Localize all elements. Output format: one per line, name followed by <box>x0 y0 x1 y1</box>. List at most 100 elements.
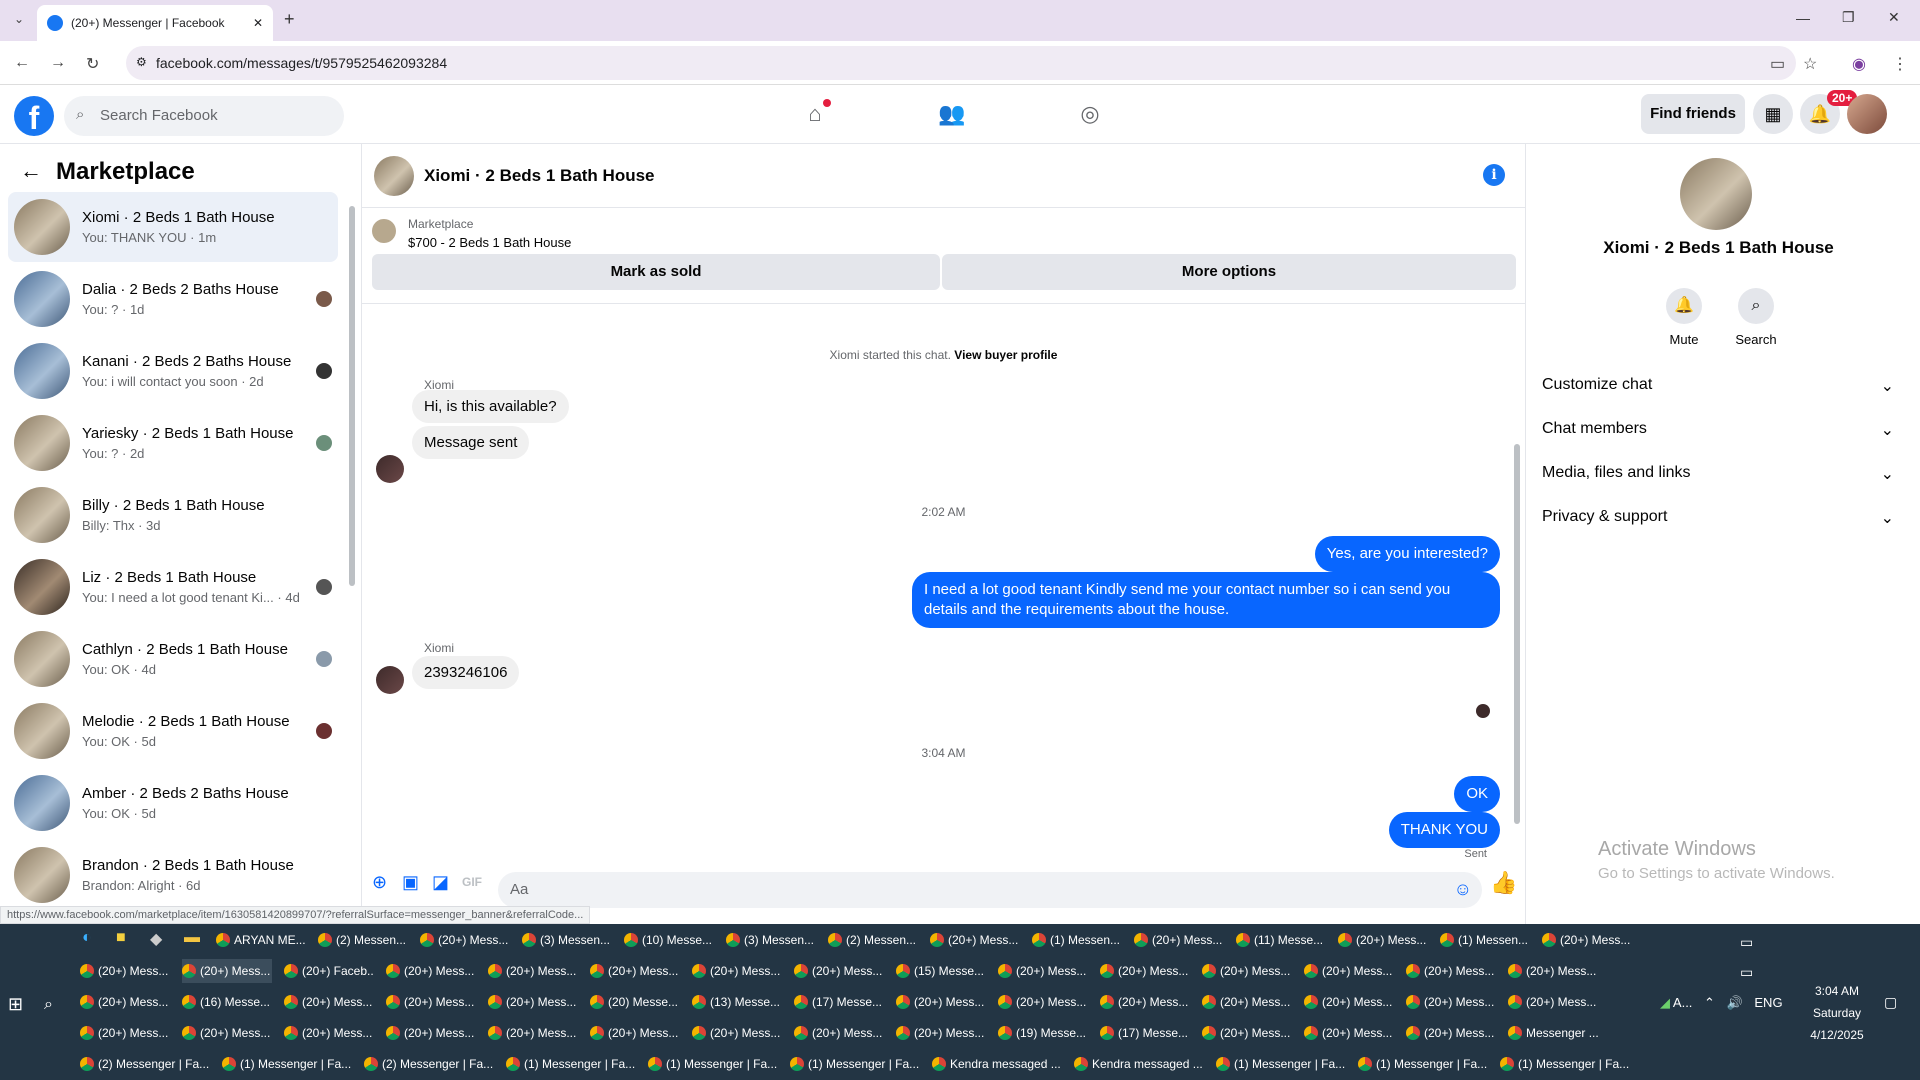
sticker-icon[interactable]: ◪ <box>432 872 449 893</box>
new-tab-button[interactable]: + <box>284 9 295 30</box>
language-indicator[interactable]: ENG <box>1754 995 1782 1010</box>
gif-icon[interactable]: GIF <box>462 875 482 889</box>
customize-chat-section[interactable]: Customize chat ⌄ <box>1542 376 1894 396</box>
taskbar-item[interactable]: (20+) Mess... <box>386 990 476 1014</box>
taskbar-item[interactable]: (3) Messen... <box>522 928 612 952</box>
taskbar-item[interactable]: (1) Messenger | Fa... <box>506 1052 636 1076</box>
plus-icon[interactable]: ⊕ <box>372 872 387 893</box>
listing-title[interactable]: $700 - 2 Beds 1 Bath House <box>408 235 571 250</box>
taskbar-item[interactable]: (20+) Mess... <box>1406 1021 1496 1045</box>
taskbar-item[interactable]: (20+) Mess... <box>1202 1021 1292 1045</box>
taskbar-item[interactable]: (16) Messe... <box>182 990 272 1014</box>
outgoing-message[interactable]: THANK YOU <box>1388 812 1500 848</box>
desktop-icon[interactable]: ▭ <box>1740 964 1753 981</box>
taskbar-item[interactable]: (2) Messenger | Fa... <box>364 1052 494 1076</box>
back-icon[interactable]: ← <box>14 54 30 72</box>
edge-icon[interactable]: ◐ <box>82 929 92 947</box>
incoming-message[interactable]: Message sent <box>412 426 530 459</box>
message-input[interactable]: Aa ☺ <box>498 872 1482 908</box>
taskbar-item[interactable]: (1) Messenger | Fa... <box>222 1052 352 1076</box>
incoming-message[interactable]: 2393246106 <box>412 656 520 689</box>
chat-scrollbar-thumb[interactable] <box>1514 444 1520 824</box>
groups-icon[interactable]: ◎ <box>1075 101 1105 131</box>
taskbar-item[interactable]: (11) Messe... <box>1236 928 1326 952</box>
taskbar-item[interactable]: (20+) Mess... <box>488 1021 578 1045</box>
taskbar-item[interactable]: (20+) Mess... <box>1202 959 1292 983</box>
file-explorer-icon[interactable]: ▬ <box>184 929 200 947</box>
menu-grid-icon[interactable]: ▦ <box>1753 94 1793 134</box>
taskbar-item[interactable]: (20+) Mess... <box>488 959 578 983</box>
install-icon[interactable]: ▭ <box>1770 54 1785 74</box>
close-window-button[interactable]: ✕ <box>1888 9 1900 26</box>
volume-icon[interactable]: 🔊 <box>1727 995 1743 1010</box>
conversation-item[interactable]: Liz · 2 Beds 1 Bath House You: I need a l… <box>8 552 338 622</box>
contact-avatar[interactable] <box>1680 158 1752 230</box>
conversation-item[interactable]: Amber · 2 Beds 2 Baths House You: OK · 5d <box>8 768 338 838</box>
friends-icon[interactable]: 👥 <box>937 101 967 131</box>
taskbar-item[interactable]: (1) Messen... <box>1032 928 1122 952</box>
taskbar-item[interactable]: (20+) Mess... <box>1304 1021 1394 1045</box>
notification-center-icon[interactable]: ▢ <box>1884 994 1897 1011</box>
active-tab[interactable]: (20+) Messenger | Facebook ✕ <box>37 5 273 41</box>
taskbar-item[interactable]: (20+) Mess... <box>386 1021 476 1045</box>
taskbar-item[interactable]: (20+) Mess... <box>284 1021 374 1045</box>
mark-as-sold-button[interactable]: Mark as sold <box>372 254 940 290</box>
taskbar-item[interactable]: (20+) Mess... <box>182 1021 272 1045</box>
taskbar-item[interactable]: (20+) Mess... <box>998 959 1088 983</box>
photo-icon[interactable]: ▣ <box>402 872 419 893</box>
bookmark-star-icon[interactable]: ☆ <box>1803 54 1817 74</box>
taskbar-item[interactable]: (20+) Mess... <box>1508 990 1598 1014</box>
minimize-button[interactable]: — <box>1796 10 1810 26</box>
taskbar-item[interactable]: Kendra messaged ... <box>932 1052 1062 1076</box>
facebook-logo[interactable]: f <box>14 96 54 136</box>
taskbar-item[interactable]: (20+) Mess... <box>1406 959 1496 983</box>
taskbar-item[interactable]: (1) Messenger | Fa... <box>1216 1052 1346 1076</box>
privacy-support-section[interactable]: Privacy & support ⌄ <box>1542 508 1894 528</box>
taskbar-item[interactable]: (20+) Mess... <box>1100 990 1190 1014</box>
taskbar-item[interactable]: (20+) Mess... <box>1338 928 1428 952</box>
taskbar-item[interactable]: (20+) Mess... <box>930 928 1020 952</box>
outgoing-message[interactable]: I need a lot good tenant Kindly send me … <box>912 572 1500 628</box>
taskbar-item[interactable]: (13) Messe... <box>692 990 782 1014</box>
emoji-icon[interactable]: ☺ <box>1454 879 1472 900</box>
reload-icon[interactable]: ↻ <box>86 54 99 74</box>
taskbar-item[interactable]: (3) Messen... <box>726 928 816 952</box>
mute-button[interactable]: 🔔 Mute <box>1652 288 1716 347</box>
search-facebook-input[interactable]: ⌕ Search Facebook <box>64 96 344 136</box>
view-buyer-profile-link[interactable]: View buyer profile <box>954 348 1057 362</box>
taskbar-item[interactable]: (20+) Mess... <box>80 1021 170 1045</box>
taskbar-item[interactable]: (20+) Mess... <box>1542 928 1632 952</box>
taskbar-item[interactable]: (20+) Mess... <box>794 959 884 983</box>
conversation-item[interactable]: Kanani · 2 Beds 2 Baths House You: i will… <box>8 336 338 406</box>
taskbar-item[interactable]: (20+) Mess... <box>998 990 1088 1014</box>
taskbar-item[interactable]: (1) Messenger | Fa... <box>648 1052 778 1076</box>
chat-members-section[interactable]: Chat members ⌄ <box>1542 420 1894 440</box>
taskbar-item[interactable]: (20+) Mess... <box>1100 959 1190 983</box>
chevron-up-icon[interactable]: ⌃ <box>1704 995 1715 1010</box>
conversation-item[interactable]: Cathlyn · 2 Beds 1 Bath House You: OK · 4… <box>8 624 338 694</box>
url-field[interactable]: ⚙ facebook.com/messages/t/95795254620932… <box>126 46 1796 80</box>
find-friends-button[interactable]: Find friends <box>1641 94 1745 134</box>
chat-title[interactable]: Xiomi · 2 Beds 1 Bath House <box>424 166 655 186</box>
profile-icon[interactable]: ◉ <box>1852 54 1866 74</box>
outgoing-message[interactable]: Yes, are you interested? <box>1314 536 1500 572</box>
sender-avatar[interactable] <box>376 666 404 694</box>
taskbar-item[interactable]: (20+) Mess... <box>488 990 578 1014</box>
taskbar-item[interactable]: Messenger ... <box>1508 1021 1598 1045</box>
taskbar-item[interactable]: (20+) Mess... <box>182 959 272 983</box>
back-arrow-icon[interactable]: ← <box>20 158 42 184</box>
taskbar-item[interactable]: (2) Messen... <box>318 928 408 952</box>
conversation-item[interactable]: Melodie · 2 Beds 1 Bath House You: OK · 5… <box>8 696 338 766</box>
taskbar-item[interactable]: Kendra messaged ... <box>1074 1052 1204 1076</box>
taskbar-item[interactable]: (20+) Mess... <box>1304 990 1394 1014</box>
taskbar-search-icon[interactable]: ⌕ <box>44 996 53 1014</box>
taskbar-item[interactable]: (20+) Mess... <box>1508 959 1598 983</box>
taskbar-clock[interactable]: 3:04 AM Saturday 4/12/2025 <box>1792 980 1882 1046</box>
taskbar-item[interactable]: (2) Messenger | Fa... <box>80 1052 210 1076</box>
app-icon[interactable]: ◆ <box>150 929 162 949</box>
chat-avatar[interactable] <box>374 156 414 196</box>
search-button[interactable]: ⌕ Search <box>1724 288 1788 347</box>
taskbar-item[interactable]: (20+) Mess... <box>794 1021 884 1045</box>
taskbar-item[interactable]: (20+) Mess... <box>386 959 476 983</box>
taskbar-item[interactable]: (1) Messenger | Fa... <box>1358 1052 1488 1076</box>
